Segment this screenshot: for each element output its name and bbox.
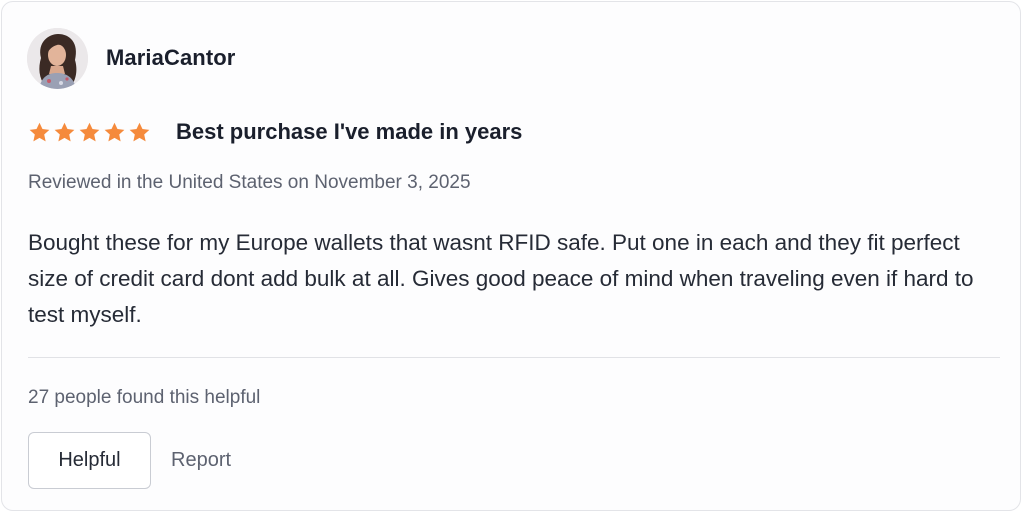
report-link[interactable]: Report [171, 449, 231, 472]
helpful-button[interactable]: Helpful [28, 432, 151, 489]
star-icon [29, 122, 50, 141]
divider [28, 357, 1000, 358]
star-icon [104, 122, 125, 141]
review-date: Reviewed in the United States on Novembe… [28, 172, 471, 193]
star-icon [129, 122, 150, 141]
helpful-count: 27 people found this helpful [28, 387, 261, 408]
review-actions: Helpful Report [28, 432, 231, 489]
user-avatar-photo-icon [27, 27, 88, 89]
review-card: MariaCantor Best purchase I've made in y… [1, 1, 1021, 511]
rating-row: Best purchase I've made in years [28, 117, 522, 147]
star-icon [54, 122, 75, 141]
reviewer-name: MariaCantor [106, 45, 236, 70]
star-rating [28, 121, 153, 144]
reviewer-header: MariaCantor [27, 27, 235, 89]
review-body: Bought these for my Europe wallets that … [28, 230, 974, 327]
review-title: Best purchase I've made in years [176, 119, 523, 144]
avatar [27, 27, 88, 89]
star-icon [79, 122, 100, 141]
